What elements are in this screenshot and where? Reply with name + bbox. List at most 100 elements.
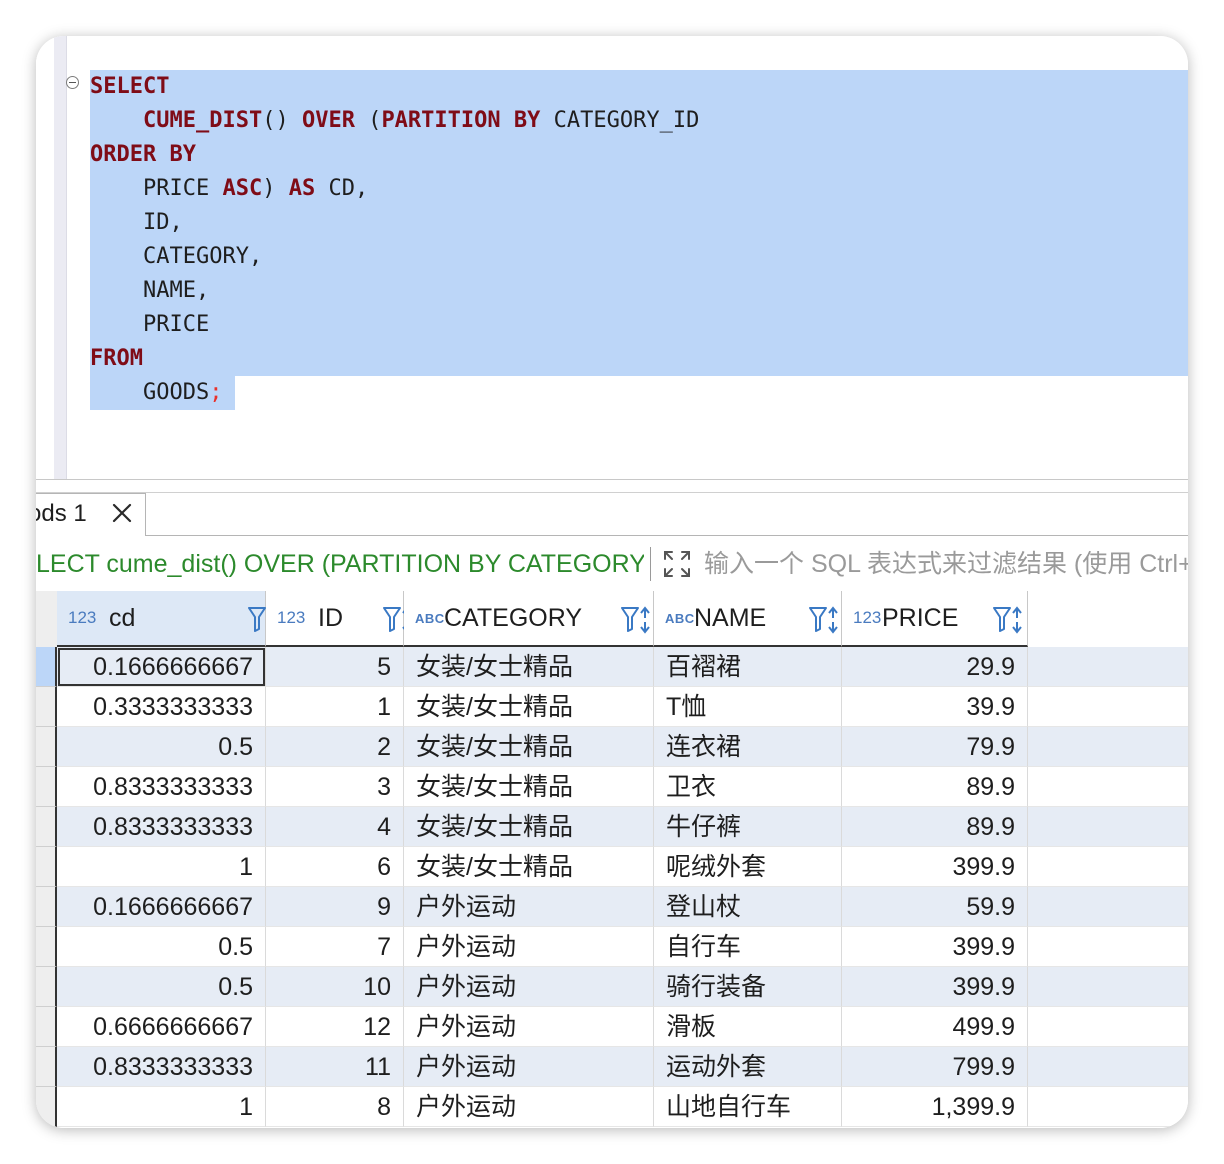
close-icon[interactable] — [110, 501, 134, 525]
cell-price[interactable]: 799.9 — [842, 1047, 1028, 1087]
cell-category[interactable]: 女装/女士精品 — [404, 807, 654, 847]
expand-icon[interactable] — [662, 549, 692, 579]
cell-name[interactable]: 呢绒外套 — [654, 847, 842, 887]
cell-id[interactable]: 6 — [266, 847, 404, 887]
fold-collapse-icon[interactable] — [66, 76, 79, 89]
cell-price[interactable]: 89.9 — [842, 767, 1028, 807]
row-header[interactable] — [36, 807, 57, 847]
cell-name[interactable]: 骑行装备 — [654, 967, 842, 1007]
row-header[interactable] — [36, 1007, 57, 1047]
cell-category[interactable]: 户外运动 — [404, 887, 654, 927]
cell-price[interactable]: 399.9 — [842, 967, 1028, 1007]
cell-category[interactable]: 女装/女士精品 — [404, 847, 654, 887]
cell-category[interactable]: 女装/女士精品 — [404, 727, 654, 767]
row-header[interactable] — [36, 687, 57, 727]
cell-name[interactable]: 滑板 — [654, 1007, 842, 1047]
cell-category[interactable]: 女装/女士精品 — [404, 687, 654, 727]
cell-price[interactable]: 399.9 — [842, 927, 1028, 967]
cell-id[interactable]: 12 — [266, 1007, 404, 1047]
row-header[interactable] — [36, 887, 57, 927]
code-line: ID, — [90, 206, 183, 240]
row-header[interactable] — [36, 847, 57, 887]
cell-id[interactable]: 1 — [266, 687, 404, 727]
cell-cd[interactable]: 0.1666666667 — [57, 647, 266, 687]
column-name: ID — [318, 604, 343, 632]
cell-id[interactable]: 9 — [266, 887, 404, 927]
cell-id[interactable]: 2 — [266, 727, 404, 767]
cell-id[interactable]: 11 — [266, 1047, 404, 1087]
cell-id[interactable]: 3 — [266, 767, 404, 807]
code-line: PRICE — [90, 308, 209, 342]
row-header[interactable] — [36, 1087, 57, 1127]
cell-cd[interactable]: 0.5 — [57, 727, 266, 767]
sql-token: () — [262, 108, 302, 133]
row-header[interactable] — [36, 647, 57, 687]
cell-id[interactable]: 4 — [266, 807, 404, 847]
cell-name[interactable]: 自行车 — [654, 927, 842, 967]
cell-price[interactable]: 89.9 — [842, 807, 1028, 847]
cell-price[interactable]: 499.9 — [842, 1007, 1028, 1047]
cell-cd[interactable]: 1 — [57, 1087, 266, 1127]
filter-sort-icon[interactable] — [808, 605, 842, 635]
cell-name[interactable]: 运动外套 — [654, 1047, 842, 1087]
row-header[interactable] — [36, 967, 57, 1007]
query-text: LECT cume_dist() OVER (PARTITION BY CATE… — [36, 550, 644, 578]
column-header-price[interactable]: 123 PRICE — [842, 591, 1028, 647]
cell-price[interactable]: 1,399.9 — [842, 1087, 1028, 1127]
column-header-id[interactable]: 123 ID — [266, 591, 412, 647]
code-line: ORDER BY — [90, 138, 196, 172]
cell-price[interactable]: 399.9 — [842, 847, 1028, 887]
cell-price[interactable]: 59.9 — [842, 887, 1028, 927]
results-grid: 123 cd 123 ID ABC CATEGORY ABC NAME 123 PRICE 0.16… — [36, 591, 1188, 1128]
type-badge: 123 — [277, 608, 306, 627]
cell-id[interactable]: 5 — [266, 647, 404, 687]
cell-category[interactable]: 女装/女士精品 — [404, 767, 654, 807]
cell-cd[interactable]: 0.8333333333 — [57, 1047, 266, 1087]
tab-results[interactable]: ods 1 — [36, 493, 146, 536]
cell-price[interactable]: 39.9 — [842, 687, 1028, 727]
row-header[interactable] — [36, 927, 57, 967]
cell-category[interactable]: 户外运动 — [404, 1087, 654, 1127]
cell-cd[interactable]: 1 — [57, 847, 266, 887]
cell-cd[interactable]: 0.3333333333 — [57, 687, 266, 727]
filter-input[interactable]: 输入一个 SQL 表达式来过滤结果 (使用 Ctrl+Space) — [704, 537, 1188, 591]
column-header-cd[interactable]: 123 cd — [57, 591, 277, 647]
row-header[interactable] — [36, 1047, 57, 1087]
sql-token: PRICE — [90, 312, 210, 337]
filter-sort-icon[interactable] — [992, 605, 1026, 635]
cell-category[interactable]: 户外运动 — [404, 1007, 654, 1047]
cell-cd[interactable]: 0.1666666667 — [57, 887, 266, 927]
cell-id[interactable]: 10 — [266, 967, 404, 1007]
cell-name[interactable]: 百褶裙 — [654, 647, 842, 687]
cell-cd[interactable]: 0.8333333333 — [57, 807, 266, 847]
cell-cd[interactable]: 0.5 — [57, 927, 266, 967]
cell-category[interactable]: 户外运动 — [404, 967, 654, 1007]
code-line: PRICE ASC) AS CD, — [90, 172, 368, 206]
row-header[interactable] — [36, 727, 57, 767]
cell-name[interactable]: 登山杖 — [654, 887, 842, 927]
filter-sort-icon[interactable] — [620, 605, 654, 635]
row-header[interactable] — [36, 767, 57, 807]
table-row-filler — [1028, 727, 1188, 767]
sql-editor[interactable]: SELECT CUME_DIST() OVER (PARTITION BY CA… — [36, 36, 1188, 479]
cell-category[interactable]: 户外运动 — [404, 1047, 654, 1087]
table-row-filler — [1028, 967, 1188, 1007]
cell-cd[interactable]: 0.5 — [57, 967, 266, 1007]
cell-name[interactable]: T恤 — [654, 687, 842, 727]
cell-id[interactable]: 7 — [266, 927, 404, 967]
cell-cd[interactable]: 0.6666666667 — [57, 1007, 266, 1047]
column-header-category[interactable]: ABC CATEGORY — [404, 591, 654, 647]
table-row-filler — [1028, 927, 1188, 967]
cell-id[interactable]: 8 — [266, 1087, 404, 1127]
cell-name[interactable]: 牛仔裤 — [654, 807, 842, 847]
cell-name[interactable]: 山地自行车 — [654, 1087, 842, 1127]
sql-keyword: PARTITION BY — [381, 108, 541, 133]
cell-cd[interactable]: 0.8333333333 — [57, 767, 266, 807]
cell-name[interactable]: 连衣裙 — [654, 727, 842, 767]
cell-name[interactable]: 卫衣 — [654, 767, 842, 807]
cell-price[interactable]: 79.9 — [842, 727, 1028, 767]
cell-price[interactable]: 29.9 — [842, 647, 1028, 687]
cell-category[interactable]: 女装/女士精品 — [404, 647, 654, 687]
column-header-name[interactable]: ABC NAME — [654, 591, 842, 647]
cell-category[interactable]: 户外运动 — [404, 927, 654, 967]
